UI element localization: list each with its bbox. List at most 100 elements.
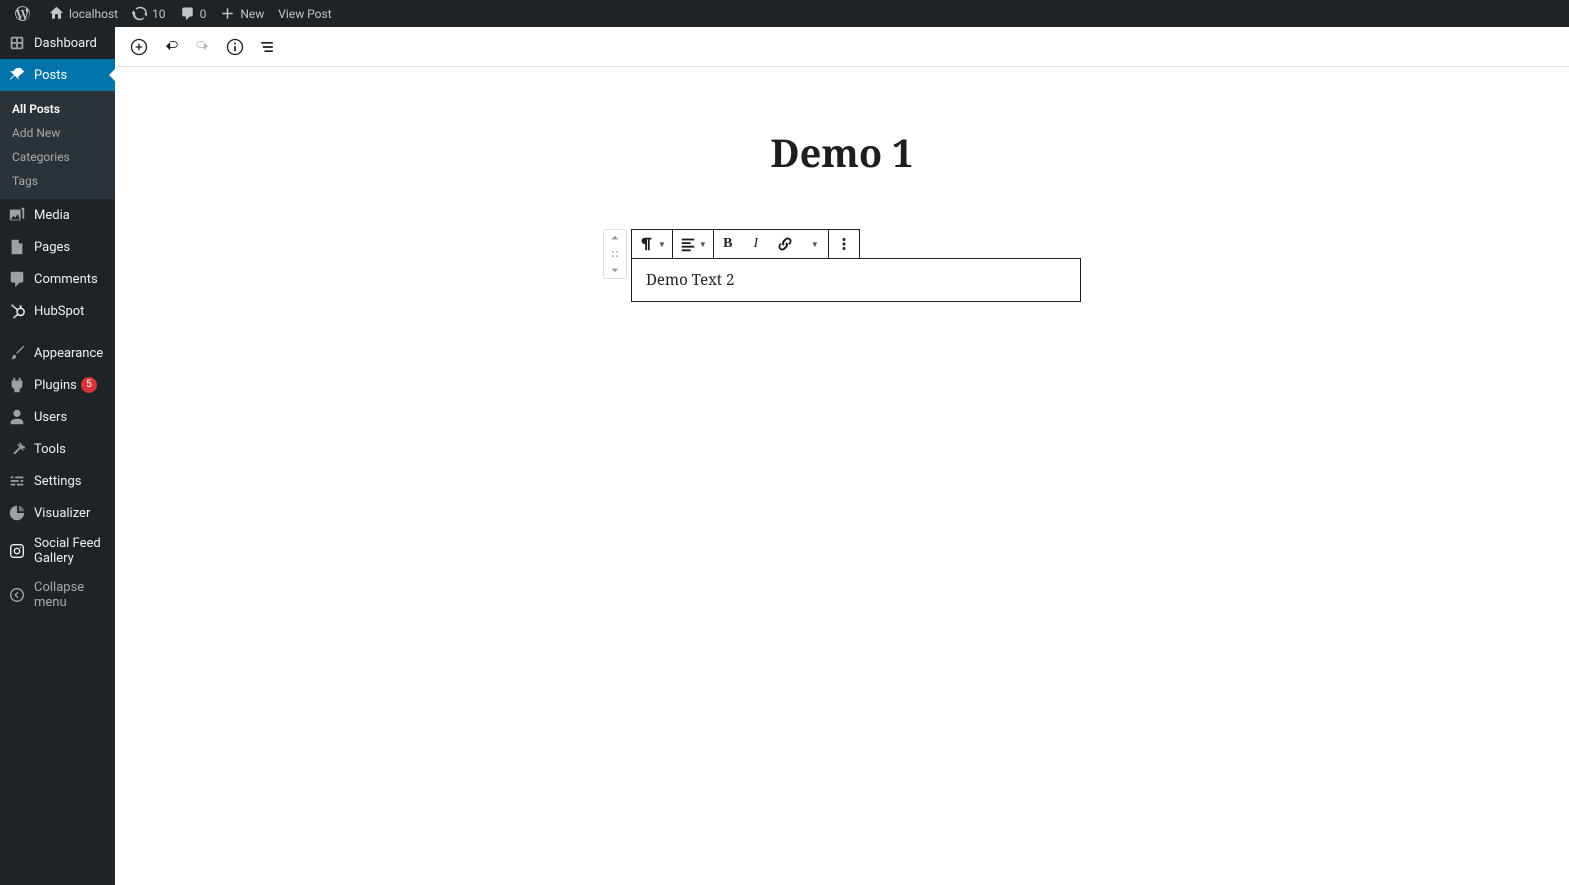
menu-dashboard[interactable]: Dashboard <box>0 27 115 59</box>
menu-posts[interactable]: Posts <box>0 59 115 91</box>
posts-submenu: All Posts Add New Categories Tags <box>0 91 115 199</box>
dropdown-caret-icon: ▼ <box>699 240 707 249</box>
outline-button[interactable] <box>251 31 283 63</box>
comments-icon <box>8 270 26 288</box>
submenu-all-posts[interactable]: All Posts <box>0 97 115 121</box>
paragraph-block[interactable]: Demo Text 2 <box>631 258 1081 302</box>
redo-icon <box>193 37 213 57</box>
wp-logo-button[interactable] <box>8 0 42 27</box>
dropdown-caret-icon: ▼ <box>811 240 819 249</box>
italic-button[interactable]: I <box>742 230 770 258</box>
comments-button[interactable]: 0 <box>173 0 214 27</box>
menu-posts-label: Posts <box>34 68 67 83</box>
block-wrapper: ▼ ▼ B I <box>603 229 1081 302</box>
instagram-icon <box>8 542 26 560</box>
menu-comments-label: Comments <box>34 272 98 287</box>
post-title[interactable]: Demo 1 <box>770 127 913 179</box>
menu-media-label: Media <box>34 208 70 223</box>
block-more-button[interactable] <box>829 230 859 258</box>
user-icon <box>8 408 26 426</box>
plugins-badge: 5 <box>81 377 97 393</box>
bold-button[interactable]: B <box>714 230 742 258</box>
menu-visualizer[interactable]: Visualizer <box>0 497 115 529</box>
drag-handle[interactable] <box>604 246 626 262</box>
menu-comments[interactable]: Comments <box>0 263 115 295</box>
wordpress-icon <box>15 6 30 21</box>
chevron-down-icon <box>608 263 622 277</box>
wrench-icon <box>8 440 26 458</box>
collapse-icon <box>8 586 26 604</box>
home-icon <box>49 6 64 21</box>
align-left-icon <box>679 235 697 253</box>
chart-icon <box>8 504 26 522</box>
block-area: ▼ ▼ B I <box>631 229 1081 302</box>
comments-count: 0 <box>200 7 207 21</box>
menu-hubspot[interactable]: HubSpot <box>0 295 115 327</box>
editor-topbar <box>115 27 1569 67</box>
plus-icon <box>220 6 235 21</box>
undo-button[interactable] <box>155 31 187 63</box>
editor-area: Demo 1 <box>115 27 1569 885</box>
updates-button[interactable]: 10 <box>125 0 173 27</box>
menu-hubspot-label: HubSpot <box>34 304 84 319</box>
media-icon <box>8 206 26 224</box>
menu-settings-label: Settings <box>34 474 81 489</box>
menu-pages[interactable]: Pages <box>0 231 115 263</box>
hubspot-icon <box>8 302 26 320</box>
menu-appearance-label: Appearance <box>34 346 103 361</box>
block-toolbar: ▼ ▼ B I <box>631 229 860 259</box>
menu-social-feed-label: Social Feed Gallery <box>34 536 107 566</box>
menu-collapse[interactable]: Collapse menu <box>0 573 115 617</box>
menu-pages-label: Pages <box>34 240 70 255</box>
dropdown-caret-icon: ▼ <box>658 240 666 249</box>
page-icon <box>8 238 26 256</box>
editor-body: Demo 1 <box>115 67 1569 885</box>
admin-sidemenu: Dashboard Posts All Posts Add New Catego… <box>0 27 115 885</box>
view-post-button[interactable]: View Post <box>271 0 338 27</box>
submenu-add-new[interactable]: Add New <box>0 121 115 145</box>
menu-plugins[interactable]: Plugins 5 <box>0 369 115 401</box>
info-button[interactable] <box>219 31 251 63</box>
menu-settings[interactable]: Settings <box>0 465 115 497</box>
add-block-button[interactable] <box>123 31 155 63</box>
update-icon <box>132 6 147 21</box>
outline-icon <box>257 37 277 57</box>
move-up-button[interactable] <box>604 230 626 246</box>
new-button[interactable]: New <box>213 0 271 27</box>
redo-button[interactable] <box>187 31 219 63</box>
menu-dashboard-label: Dashboard <box>34 36 97 51</box>
view-post-label: View Post <box>278 7 331 21</box>
sliders-icon <box>8 472 26 490</box>
menu-tools-label: Tools <box>34 442 66 457</box>
plugin-icon <box>8 376 26 394</box>
pilcrow-icon <box>638 235 656 253</box>
admin-bar: localhost 10 0 New View Post <box>0 0 1569 27</box>
block-movers <box>603 229 627 279</box>
site-link-button[interactable]: localhost <box>42 0 125 27</box>
menu-appearance[interactable]: Appearance <box>0 337 115 369</box>
link-button[interactable] <box>770 230 800 258</box>
menu-tools[interactable]: Tools <box>0 433 115 465</box>
app-layout: Dashboard Posts All Posts Add New Catego… <box>0 27 1569 885</box>
menu-users-label: Users <box>34 410 67 425</box>
more-format-button[interactable]: ▼ <box>800 230 828 258</box>
comment-icon <box>180 6 195 21</box>
info-icon <box>225 37 245 57</box>
submenu-tags[interactable]: Tags <box>0 169 115 193</box>
updates-count: 10 <box>152 7 166 21</box>
brush-icon <box>8 344 26 362</box>
move-down-button[interactable] <box>604 262 626 278</box>
menu-social-feed[interactable]: Social Feed Gallery <box>0 529 115 573</box>
new-label: New <box>240 7 264 21</box>
menu-collapse-label: Collapse menu <box>34 580 107 610</box>
drag-icon <box>608 247 622 261</box>
submenu-categories[interactable]: Categories <box>0 145 115 169</box>
block-type-button[interactable]: ▼ <box>632 230 672 258</box>
menu-users[interactable]: Users <box>0 401 115 433</box>
menu-media[interactable]: Media <box>0 199 115 231</box>
plus-circle-icon <box>129 37 149 57</box>
pin-icon <box>8 66 26 84</box>
align-button[interactable]: ▼ <box>673 230 713 258</box>
menu-visualizer-label: Visualizer <box>34 506 90 521</box>
link-icon <box>776 235 794 253</box>
